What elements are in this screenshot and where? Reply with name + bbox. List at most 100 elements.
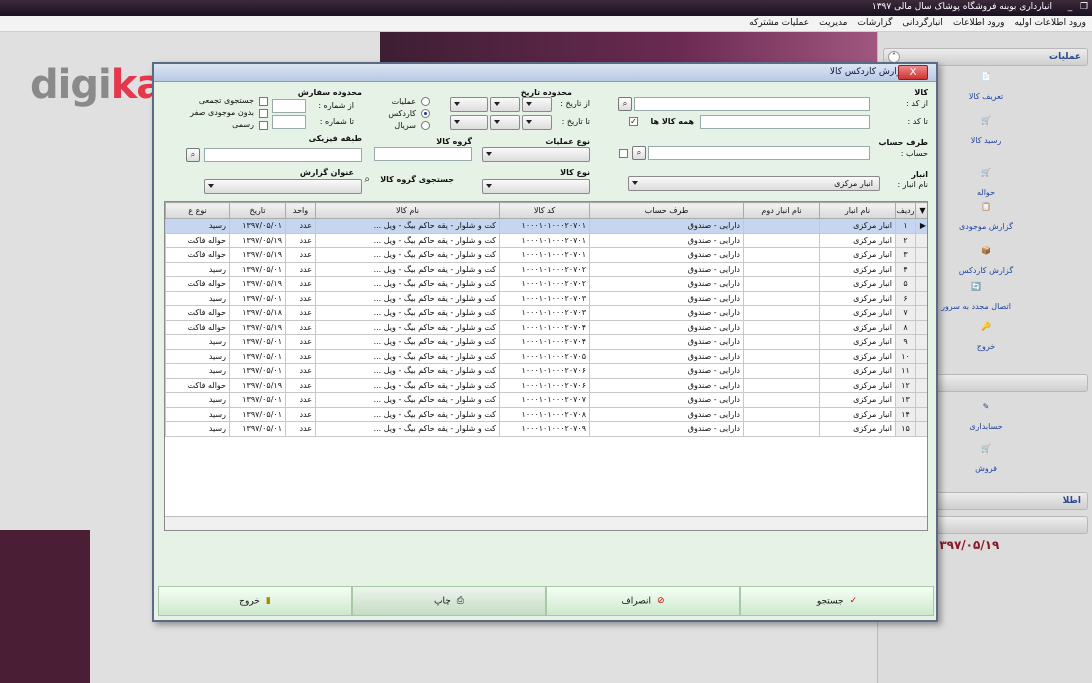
search-icon[interactable]: ⌕ [618, 97, 632, 111]
row-indicator[interactable] [915, 421, 927, 437]
row-indicator[interactable] [915, 377, 927, 393]
close-button[interactable]: X [898, 65, 928, 80]
table-cell: دارایی - صندوق [589, 290, 744, 306]
table-row[interactable]: ۴ انبار مرکزی دارایی - صندوق ۱۰۰۰۱۰۱۰۰۰۲۰۷۰… [165, 261, 927, 277]
from-number-input[interactable] [272, 99, 306, 113]
side-item[interactable]: 📄 تعریف کالا [946, 72, 1026, 101]
row-indicator[interactable]: ▶ [915, 218, 927, 234]
side-item-label: خروج [976, 342, 996, 351]
from-date-year[interactable] [450, 97, 488, 112]
column-header[interactable]: نام انبار [819, 202, 896, 219]
kardex-radio[interactable] [421, 109, 430, 118]
physical-shelf-input[interactable] [204, 148, 362, 162]
side-item[interactable]: 🔄 اتصال مجدد به سرور [936, 282, 1016, 311]
column-header[interactable]: نام انبار دوم [743, 202, 820, 219]
official-checkbox[interactable] [259, 121, 268, 130]
item-group-search-label[interactable]: جستجوی گروه کالا [380, 175, 454, 184]
menu-item[interactable]: عملیات مشترکه [749, 18, 809, 28]
print-button[interactable]: ⎙چاپ [352, 586, 546, 616]
table-row[interactable]: ۱۰ انبار مرکزی دارایی - صندوق ۱۰۰۰۱۰۱۰۰۰۲۰۷… [165, 348, 927, 364]
to-date-year[interactable] [450, 115, 488, 130]
from-date-month[interactable] [490, 97, 520, 112]
side-item[interactable]: ✎ حسابداری [946, 402, 1026, 431]
row-indicator[interactable] [915, 261, 927, 277]
column-header[interactable]: کد کالا [499, 202, 590, 219]
to-code-input[interactable] [700, 115, 870, 129]
row-indicator[interactable] [915, 392, 927, 408]
menu-item[interactable]: مدیریت [819, 18, 847, 28]
table-row[interactable]: ▶ ۱ انبار مرکزی دارایی - صندوق ۱۰۰۰۱۰۱۰۰۰۲۰۷… [165, 218, 927, 234]
row-indicator[interactable] [915, 348, 927, 364]
side-item[interactable]: 📦 گزارش کاردکس [946, 246, 1026, 275]
table-row[interactable]: ۹ انبار مرکزی دارایی - صندوق ۱۰۰۰۱۰۱۰۰۰۲۰۷۰… [165, 334, 927, 350]
row-indicator[interactable] [915, 319, 927, 335]
table-row[interactable]: ۲ انبار مرکزی دارایی - صندوق ۱۰۰۰۱۰۱۰۰۰۲۰۷۰… [165, 232, 927, 248]
horizontal-scrollbar[interactable] [165, 516, 927, 530]
from-code-input[interactable] [634, 97, 870, 111]
column-header[interactable]: طرف حساب [589, 202, 744, 219]
side-item[interactable]: 🔑 خروج [946, 322, 1026, 351]
menu-item[interactable]: انبارگردانی [902, 18, 943, 28]
column-header[interactable]: ردیف [895, 202, 916, 219]
column-header[interactable]: واحد [285, 202, 316, 219]
search-icon[interactable]: ⌕ [632, 146, 646, 160]
column-header[interactable]: نام کالا [315, 202, 500, 219]
search-button[interactable]: ✓جستجو [740, 586, 934, 616]
menu-item[interactable]: ورود اطلاعات [953, 18, 1005, 28]
menu-item[interactable]: ورود اطلاعات اولیه [1014, 18, 1086, 28]
no-zero-stock-checkbox[interactable] [259, 109, 268, 118]
table-cell: رسید [165, 421, 230, 437]
side-item[interactable]: 📋 گزارش موجودی [946, 202, 1026, 231]
table-cell: انبار مرکزی [819, 319, 896, 335]
table-row[interactable]: ۳ انبار مرکزی دارایی - صندوق ۱۰۰۰۱۰۱۰۰۰۲۰۷۰… [165, 247, 927, 263]
item-group-input[interactable] [374, 147, 472, 161]
to-number-input[interactable] [272, 115, 306, 129]
account-checkbox[interactable] [619, 149, 628, 158]
column-header[interactable]: نوع ع [165, 202, 230, 219]
from-date-day[interactable] [522, 97, 552, 112]
table-row[interactable]: ۱۲ انبار مرکزی دارایی - صندوق ۱۰۰۰۱۰۱۰۰۰۲۰۷… [165, 377, 927, 393]
report-title-select[interactable] [204, 179, 362, 194]
cumulative-search-checkbox[interactable] [259, 97, 268, 106]
table-cell: رسید [165, 290, 230, 306]
table-row[interactable]: ۷ انبار مرکزی دارایی - صندوق ۱۰۰۰۱۰۱۰۰۰۲۰۷۰… [165, 305, 927, 321]
row-indicator[interactable] [915, 305, 927, 321]
table-cell [743, 421, 820, 437]
side-item[interactable]: 🛒 حواله [946, 168, 1026, 197]
table-row[interactable]: ۵ انبار مرکزی دارایی - صندوق ۱۰۰۰۱۰۱۰۰۰۲۰۷۰… [165, 276, 927, 292]
to-date-day[interactable] [522, 115, 552, 130]
operations-radio[interactable] [421, 97, 430, 106]
account-input[interactable] [648, 146, 870, 160]
tag-icon[interactable]: ⌕ [364, 174, 370, 185]
row-indicator[interactable] [915, 334, 927, 350]
row-indicator[interactable] [915, 406, 927, 422]
row-indicator[interactable] [915, 290, 927, 306]
table-row[interactable]: ۱۱ انبار مرکزی دارایی - صندوق ۱۰۰۰۱۰۱۰۰۰۲۰۷… [165, 363, 927, 379]
all-items-checkbox[interactable]: ✓ [629, 117, 638, 126]
table-row[interactable]: ۸ انبار مرکزی دارایی - صندوق ۱۰۰۰۱۰۱۰۰۰۲۰۷۰… [165, 319, 927, 335]
menu-item[interactable]: گزارشات [858, 18, 893, 28]
column-header[interactable]: تاریخ [229, 202, 286, 219]
table-row[interactable]: ۱۵ انبار مرکزی دارایی - صندوق ۱۰۰۰۱۰۱۰۰۰۲۰۷… [165, 421, 927, 437]
minimize-icon[interactable]: _ [1064, 2, 1076, 13]
row-indicator[interactable] [915, 363, 927, 379]
table-row[interactable]: ۶ انبار مرکزی دارایی - صندوق ۱۰۰۰۱۰۱۰۰۰۲۰۷۰… [165, 290, 927, 306]
row-indicator[interactable] [915, 247, 927, 263]
side-item[interactable]: 🛒 فروش [946, 444, 1026, 473]
search-icon[interactable]: ⌕ [186, 148, 200, 162]
item-type-select[interactable] [482, 179, 590, 194]
row-indicator[interactable] [915, 232, 927, 248]
to-date-month[interactable] [490, 115, 520, 130]
restore-icon[interactable]: ❐ [1078, 2, 1090, 13]
side-item[interactable]: 🛒 رسید کالا [946, 116, 1026, 145]
exit-button[interactable]: ▮خروج [158, 586, 352, 616]
operation-type-select[interactable] [482, 147, 590, 162]
table-row[interactable]: ۱۴ انبار مرکزی دارایی - صندوق ۱۰۰۰۱۰۱۰۰۰۲۰۷… [165, 406, 927, 422]
serial-radio[interactable] [421, 121, 430, 130]
table-cell: انبار مرکزی [819, 261, 896, 277]
cancel-button[interactable]: ⊘انصراف [546, 586, 740, 616]
table-row[interactable]: ۱۳ انبار مرکزی دارایی - صندوق ۱۰۰۰۱۰۱۰۰۰۲۰۷… [165, 392, 927, 408]
kardex-grid[interactable]: ▼ ردیف نام انبار نام انبار دوم طرف حساب کد کا… [164, 201, 928, 531]
row-indicator[interactable] [915, 276, 927, 292]
warehouse-select[interactable]: انبار مرکزی [628, 176, 880, 191]
